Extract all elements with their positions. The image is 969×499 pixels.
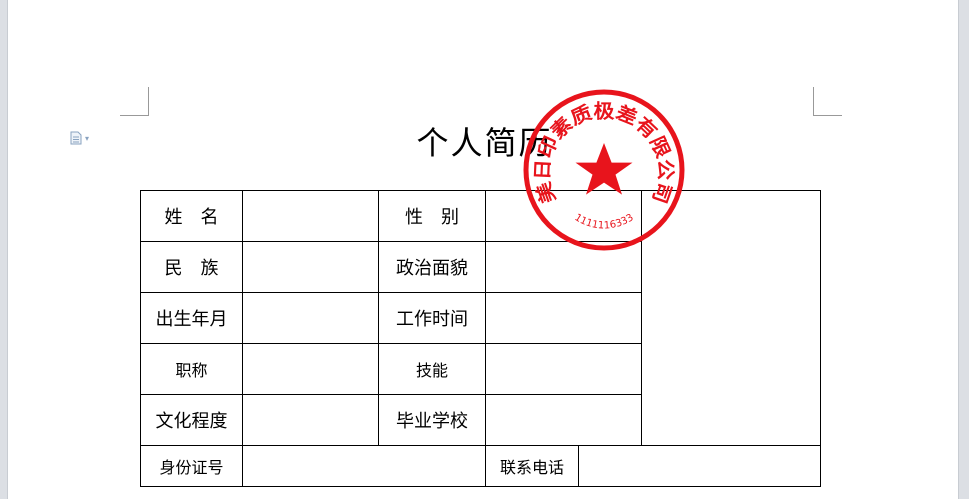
table-cell-value[interactable] xyxy=(485,292,642,344)
table-row: 身份证号 联系电话 xyxy=(140,445,821,487)
table-cell-value[interactable] xyxy=(242,292,379,344)
page-corner-mark-right xyxy=(813,87,842,116)
table-cell-label: 职称 xyxy=(140,343,243,395)
table-cell-label: 姓 名 xyxy=(140,190,243,242)
workspace-left-margin xyxy=(0,0,7,499)
id-number-label: 身份证号 xyxy=(140,445,243,487)
table-cell-label: 性 别 xyxy=(378,190,486,242)
table-cell-value[interactable] xyxy=(485,394,642,446)
id-number-value[interactable] xyxy=(242,445,486,487)
table-cell-label: 出生年月 xyxy=(140,292,243,344)
table-cell-label: 政治面貌 xyxy=(378,241,486,293)
table-cell-value[interactable] xyxy=(242,394,379,446)
table-row: 姓 名 性 别 xyxy=(140,190,821,446)
resume-table: 姓 名 性 别 民 族 政治面貌 出生年月 工作时间 职称 技能 文化程度 毕业… xyxy=(140,190,821,487)
table-cell-label: 工作时间 xyxy=(378,292,486,344)
phone-label: 联系电话 xyxy=(485,445,579,487)
table-cell-label: 文化程度 xyxy=(140,394,243,446)
table-cell-value[interactable] xyxy=(242,190,379,242)
table-cell-label: 民 族 xyxy=(140,241,243,293)
table-cell-value[interactable] xyxy=(485,241,642,293)
table-cell-value[interactable] xyxy=(242,343,379,395)
table-cell-label: 毕业学校 xyxy=(378,394,486,446)
page-corner-mark-left xyxy=(120,87,149,116)
table-cell-label: 技能 xyxy=(378,343,486,395)
table-cell-value[interactable] xyxy=(242,241,379,293)
photo-cell[interactable] xyxy=(641,190,821,446)
table-cell-value[interactable] xyxy=(485,343,642,395)
table-cell-value[interactable] xyxy=(485,190,642,242)
phone-value[interactable] xyxy=(578,445,821,487)
document-title: 个人简历 xyxy=(416,124,553,162)
